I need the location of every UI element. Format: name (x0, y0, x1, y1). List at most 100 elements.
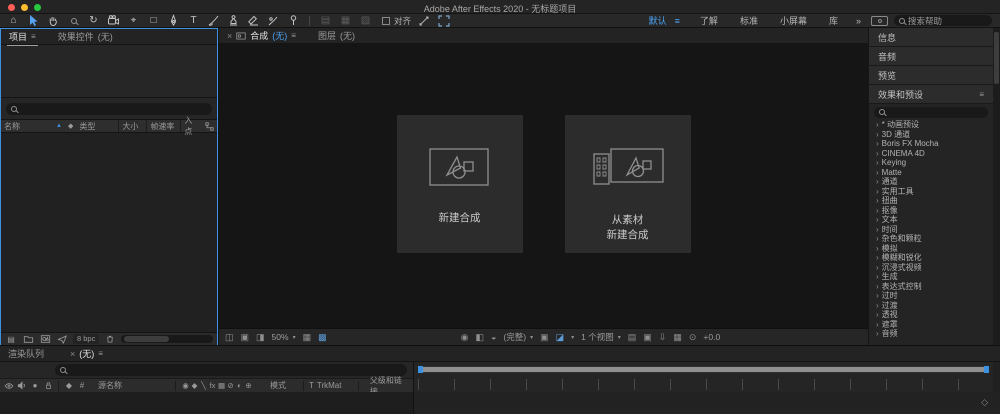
timeline-track-area[interactable]: ◇ (414, 392, 1000, 414)
expand-chevron-icon[interactable] (876, 215, 879, 224)
expand-chevron-icon[interactable] (876, 120, 879, 129)
label-column-icon[interactable]: ◆ (65, 120, 76, 132)
layer-switch-icon[interactable]: ⊕ (244, 381, 253, 390)
panel-menu-icon[interactable]: ≡ (31, 32, 36, 41)
column-frame-rate[interactable]: 帧速率 (146, 120, 180, 132)
expand-chevron-icon[interactable] (876, 244, 879, 253)
zoom-tool-icon[interactable] (66, 14, 81, 27)
expand-chevron-icon[interactable] (876, 282, 879, 291)
expand-chevron-icon[interactable] (876, 177, 879, 186)
resolution-select[interactable]: (完整) ▾ (503, 331, 533, 343)
project-horizontal-scrollbar[interactable] (121, 335, 213, 343)
column-name[interactable]: 名称 (1, 120, 53, 132)
work-area-bar[interactable] (423, 367, 984, 372)
effects-vertical-scrollbar[interactable] (993, 28, 1000, 345)
timeline-search-field[interactable] (55, 364, 407, 376)
effects-search-field[interactable] (874, 106, 988, 118)
column-in-point[interactable]: 入点 (180, 116, 202, 136)
main-viewer-icon[interactable]: ▣ (241, 332, 250, 343)
home-icon[interactable]: ⌂ (6, 14, 21, 27)
workspace-overflow-icon[interactable]: » (856, 16, 861, 26)
scrollbar-thumb[interactable] (124, 336, 170, 342)
pixel-aspect-icon[interactable]: ▤ (628, 332, 637, 343)
workspace-learn[interactable]: 了解 (692, 14, 726, 27)
audio-panel-header[interactable]: 音频 (869, 47, 993, 66)
expand-chevron-icon[interactable] (876, 301, 879, 310)
workspace-standard[interactable]: 标准 (732, 14, 766, 27)
comp-flowchart-icon[interactable]: ▦ (673, 332, 682, 343)
number-column-icon[interactable]: # (77, 381, 87, 390)
timeline-right-scrollbar[interactable] (993, 362, 1000, 392)
adobe-stock-icon[interactable] (56, 334, 68, 344)
work-area-end-handle[interactable] (984, 366, 989, 373)
new-composition-button[interactable]: 新建合成 (396, 115, 523, 253)
preview-panel-header[interactable]: 预览 (869, 66, 993, 85)
workspace-menu-icon[interactable]: ≡ (675, 16, 680, 26)
expand-chevron-icon[interactable] (876, 291, 879, 300)
interpret-footage-icon[interactable]: ▤ (5, 334, 17, 344)
reset-exposure-icon[interactable]: ⊙ (689, 332, 697, 343)
layer-switch-icon[interactable]: ◆ (190, 381, 199, 390)
roto-brush-tool-icon[interactable] (266, 14, 281, 27)
timeline-layer-list[interactable] (0, 392, 413, 414)
tab-render-queue[interactable]: 渲染队列 (8, 347, 44, 360)
help-search-input[interactable] (908, 15, 980, 26)
layer-switch-icon[interactable]: ▦ (217, 381, 226, 390)
layer-switch-icon[interactable]: ◉ (181, 381, 190, 390)
tab-composition[interactable]: × 合成 (无) ≡ (225, 29, 298, 45)
expand-chevron-icon[interactable] (876, 139, 879, 148)
pan-behind-tool-icon[interactable]: ⌖ (126, 14, 141, 27)
expand-chevron-icon[interactable] (876, 253, 879, 262)
timeline-button-icon[interactable]: ⇩ (659, 332, 667, 343)
align-toggle[interactable]: 对齐 (382, 15, 411, 27)
expand-chevron-icon[interactable] (876, 130, 879, 139)
region-of-interest-icon[interactable]: ▣ (540, 332, 549, 343)
magnification-select[interactable]: 50% ▾ (272, 332, 296, 342)
expand-chevron-icon[interactable] (876, 263, 879, 272)
transparency-grid-icon[interactable]: ◪ (556, 332, 565, 343)
fast-preview-icon[interactable]: ▣ (643, 332, 652, 343)
effect-category-row[interactable]: 音频 (869, 329, 993, 339)
eraser-tool-icon[interactable] (246, 14, 261, 27)
new-composition-from-footage-button[interactable]: 从素材 新建合成 (564, 115, 691, 253)
expand-chevron-icon[interactable] (876, 196, 879, 205)
trash-icon[interactable] (104, 334, 116, 344)
layer-switch-icon[interactable]: ◐ (235, 381, 244, 390)
video-visibility-icon[interactable] (4, 382, 14, 390)
panel-menu-icon[interactable]: ≡ (291, 31, 296, 40)
expand-chevron-icon[interactable] (876, 329, 879, 338)
expand-chevron-icon[interactable] (876, 149, 879, 158)
expand-chevron-icon[interactable] (876, 225, 879, 234)
layer-switch-icon[interactable]: fx (208, 381, 217, 390)
expand-chevron-icon[interactable] (876, 310, 879, 319)
expand-chevron-icon[interactable] (876, 187, 879, 196)
bit-depth-indicator[interactable]: 8 bpc (73, 334, 100, 344)
project-flowchart-icon[interactable] (202, 120, 217, 132)
text-tool-icon[interactable]: T (186, 14, 201, 27)
column-size[interactable]: 大小 (118, 120, 146, 132)
effect-category-row[interactable]: CINEMA 4D (869, 149, 993, 159)
effects-presets-panel-header[interactable]: 效果和预设 ≡ (869, 85, 993, 104)
tab-timeline-comp[interactable]: × (无) ≡ (68, 347, 105, 363)
show-snapshot-icon[interactable]: ◧ (475, 332, 484, 343)
camera-tool-icon[interactable] (106, 14, 121, 27)
hand-tool-icon[interactable] (46, 14, 61, 27)
workspace-default[interactable]: 默认 (641, 14, 669, 27)
orbit-camera-tool-icon[interactable]: ↻ (86, 14, 101, 27)
mask-feather-icon[interactable] (416, 14, 431, 27)
work-area-start-handle[interactable] (418, 366, 423, 373)
align-checkbox[interactable] (382, 16, 390, 25)
new-folder-icon[interactable] (22, 334, 34, 344)
effect-category-row[interactable]: 3D 通道 (869, 130, 993, 140)
close-tab-icon[interactable]: × (227, 31, 232, 41)
shape-tool-icon[interactable]: □ (146, 14, 161, 27)
puppet-pin-tool-icon[interactable] (286, 14, 301, 27)
tab-layer[interactable]: 图层 (无) (318, 29, 355, 42)
timeline-nav-icon[interactable]: ◇ (981, 397, 988, 408)
project-search-field[interactable] (6, 102, 212, 115)
workspace-switch-icon[interactable] (871, 15, 888, 26)
sort-ascending-icon[interactable]: ▲ (53, 120, 65, 132)
solo-icon[interactable]: ● (30, 381, 40, 390)
close-tab-icon[interactable]: × (70, 349, 75, 359)
view-layout-select[interactable]: 1 个视图 ▾ (581, 331, 621, 343)
